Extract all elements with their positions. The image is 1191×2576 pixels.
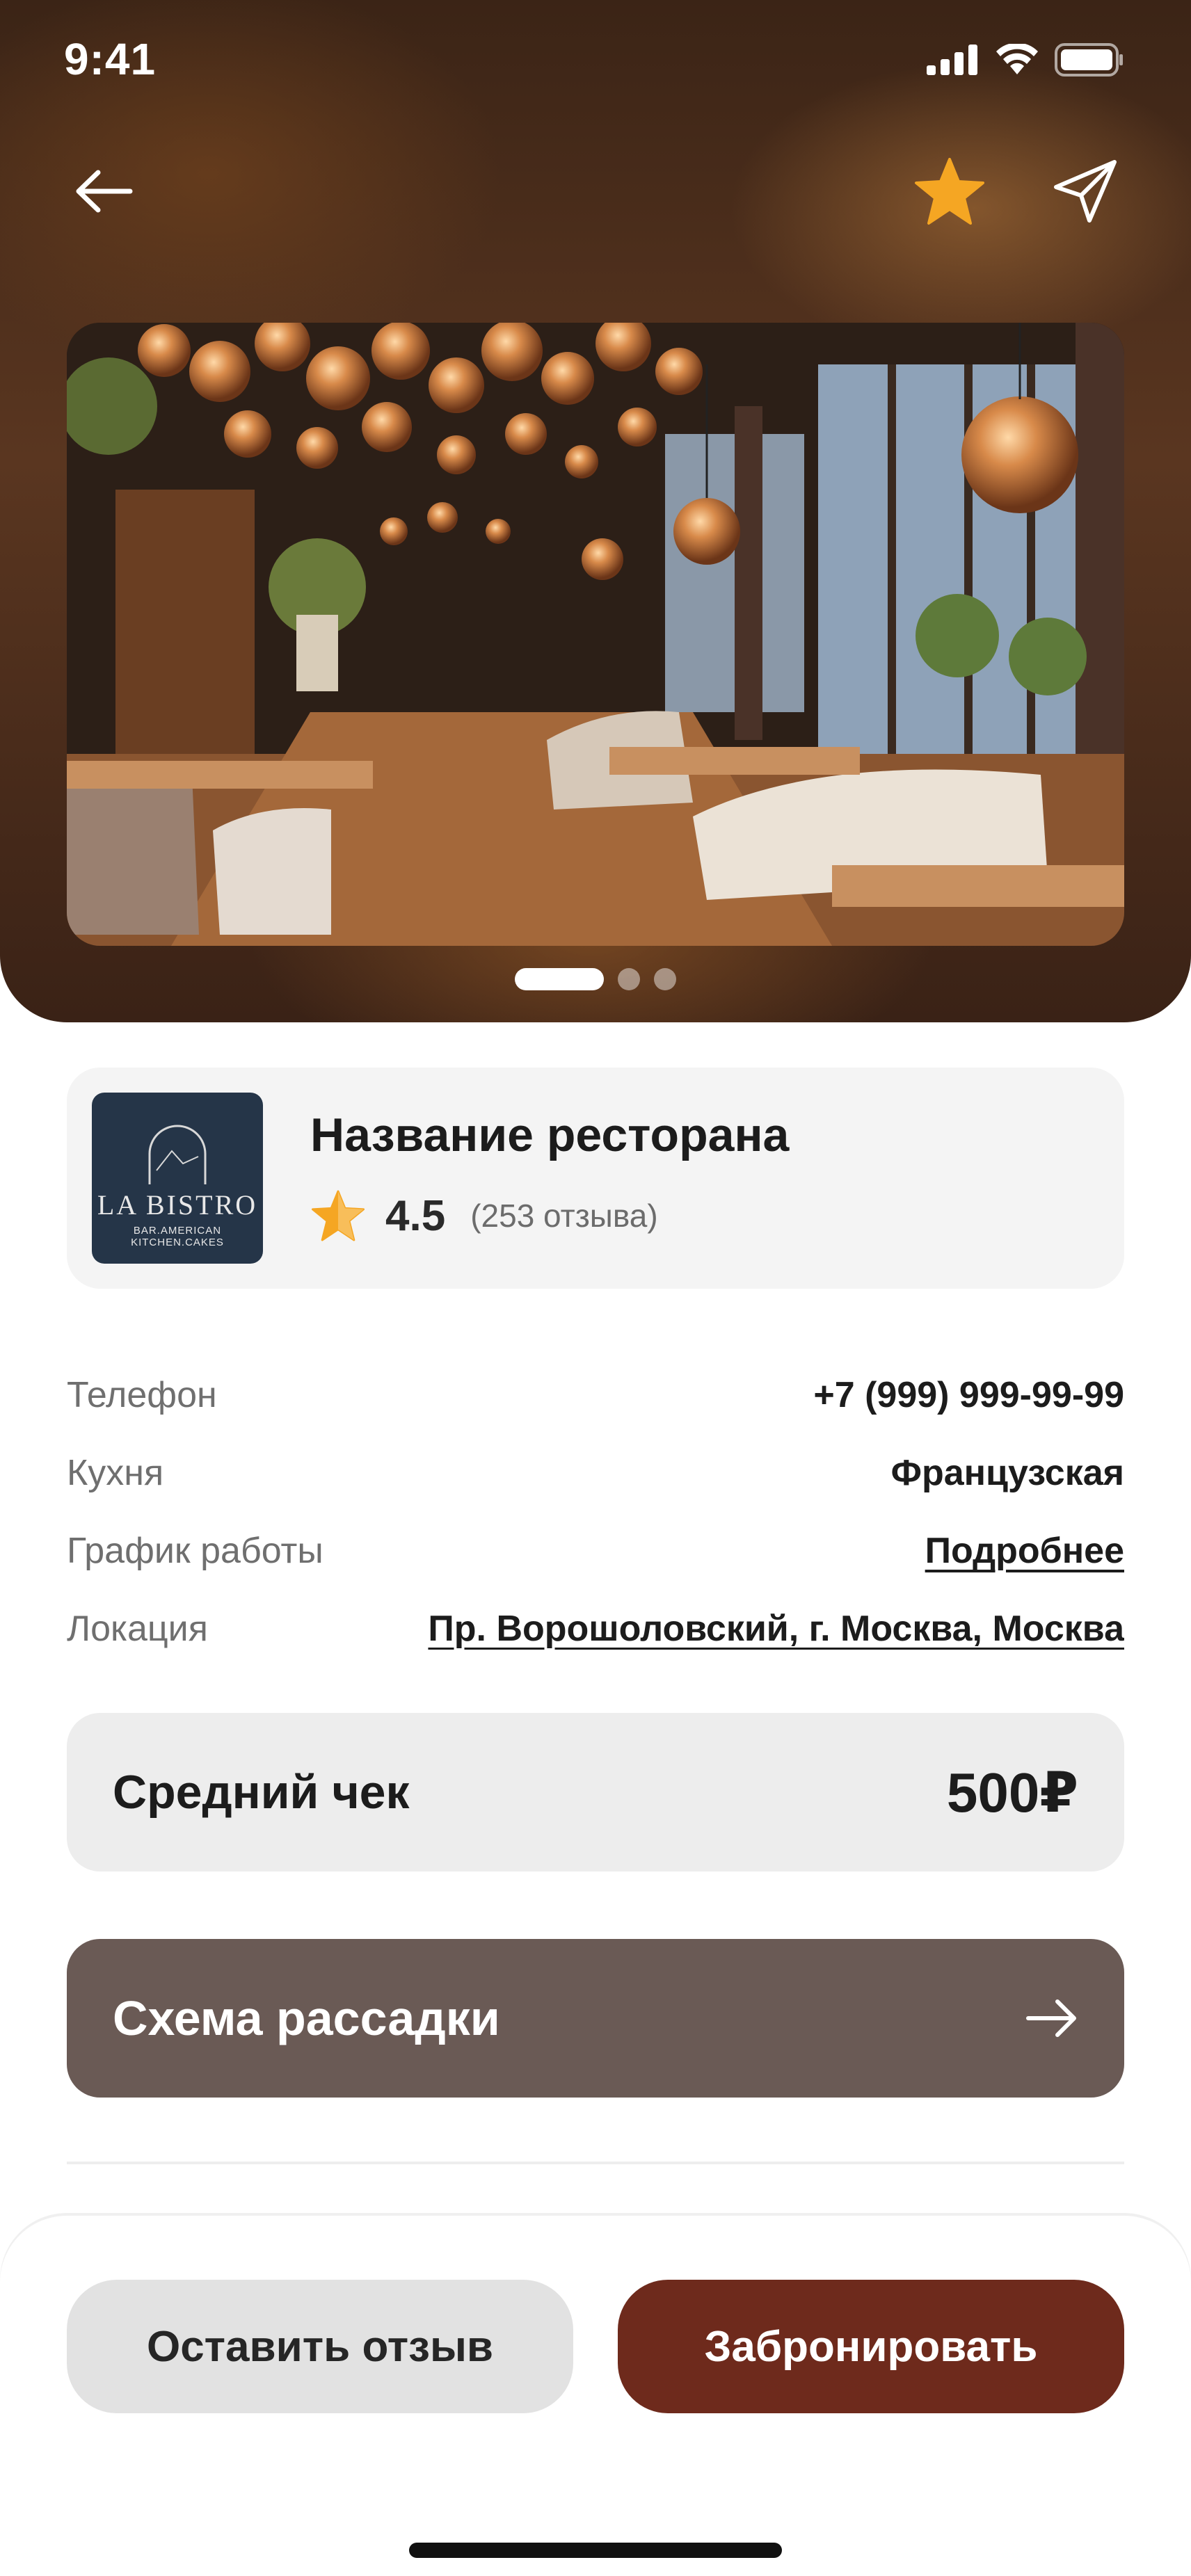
status-bar: 9:41 <box>0 0 1191 125</box>
star-filled-icon <box>915 158 984 225</box>
detail-label: График работы <box>67 1531 323 1571</box>
restaurant-name: Название ресторана <box>310 1109 790 1161</box>
restaurant-interior-image <box>67 323 1124 946</box>
average-check-card: Средний чек 500₽ <box>67 1713 1124 1871</box>
divider <box>67 2162 1124 2164</box>
hero-header: 9:41 <box>0 0 1191 1022</box>
average-check-value: 500₽ <box>946 1761 1078 1824</box>
wifi-icon <box>996 44 1038 74</box>
detail-label: Кухня <box>67 1453 164 1493</box>
schedule-link[interactable]: Подробнее <box>925 1530 1124 1572</box>
book-button[interactable]: Забронировать <box>618 2280 1124 2413</box>
arrow-right-icon <box>1026 1999 1076 2037</box>
pagination-dot[interactable] <box>618 968 640 990</box>
star-icon <box>312 1190 365 1241</box>
pagination-dot-active[interactable] <box>515 968 604 990</box>
rating-value: 4.5 <box>385 1191 446 1240</box>
cuisine-value: Французская <box>890 1453 1124 1493</box>
restaurant-info-card: LA BISTRO BAR.AMERICAN KITCHEN.CAKES Наз… <box>67 1068 1124 1289</box>
back-button[interactable] <box>65 153 142 230</box>
dome-icon <box>148 1125 207 1184</box>
phone-value[interactable]: +7 (999) 999-99-99 <box>813 1374 1124 1416</box>
detail-row-schedule: График работы Подробнее <box>67 1512 1124 1590</box>
gallery-pagination <box>0 968 1191 990</box>
reviews-count[interactable]: (253 отзыва) <box>470 1197 657 1234</box>
logo-tagline: BAR.AMERICAN KITCHEN.CAKES <box>131 1225 224 1248</box>
favorite-button[interactable] <box>911 153 988 230</box>
leave-review-button[interactable]: Оставить отзыв <box>67 2280 573 2413</box>
status-time: 9:41 <box>64 34 157 84</box>
details-list: Телефон +7 (999) 999-99-99 Кухня Француз… <box>67 1356 1124 1668</box>
status-icons <box>927 43 1124 77</box>
pagination-dot[interactable] <box>654 968 676 990</box>
cellular-signal-icon <box>927 45 977 75</box>
home-indicator[interactable] <box>409 2543 782 2558</box>
bottom-action-sheet: Оставить отзыв Забронировать <box>0 2216 1191 2576</box>
detail-row-cuisine: Кухня Французская <box>67 1434 1124 1512</box>
rating-row: 4.5 (253 отзыва) <box>310 1189 658 1242</box>
restaurant-logo: LA BISTRO BAR.AMERICAN KITCHEN.CAKES <box>92 1093 263 1264</box>
share-button[interactable] <box>1047 153 1124 230</box>
seating-scheme-button[interactable]: Схема рассадки <box>67 1939 1124 2098</box>
detail-row-phone: Телефон +7 (999) 999-99-99 <box>67 1356 1124 1434</box>
battery-icon <box>1055 43 1123 77</box>
detail-label: Телефон <box>67 1375 217 1415</box>
seating-scheme-label: Схема рассадки <box>113 1991 500 2045</box>
logo-brand: LA BISTRO <box>97 1189 258 1221</box>
detail-label: Локация <box>67 1609 208 1649</box>
restaurant-photo[interactable] <box>67 323 1124 946</box>
arrow-left-icon <box>76 170 133 213</box>
location-link[interactable]: Пр. Ворошоловский, г. Москва, Москва <box>428 1608 1124 1650</box>
paper-plane-icon <box>1054 160 1117 223</box>
detail-row-location: Локация Пр. Ворошоловский, г. Москва, Мо… <box>67 1590 1124 1668</box>
average-check-label: Средний чек <box>113 1766 410 1819</box>
